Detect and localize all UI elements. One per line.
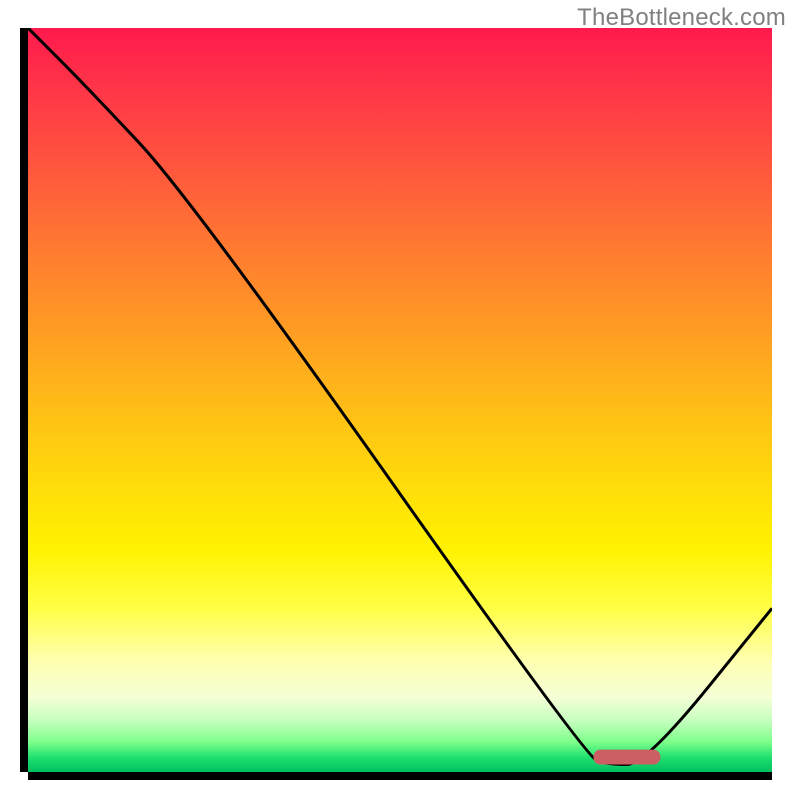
y-axis — [20, 28, 28, 772]
chart-container: TheBottleneck.com — [0, 0, 800, 800]
x-axis — [28, 772, 772, 780]
watermark-text: TheBottleneck.com — [577, 4, 786, 32]
plot-area — [28, 28, 772, 772]
